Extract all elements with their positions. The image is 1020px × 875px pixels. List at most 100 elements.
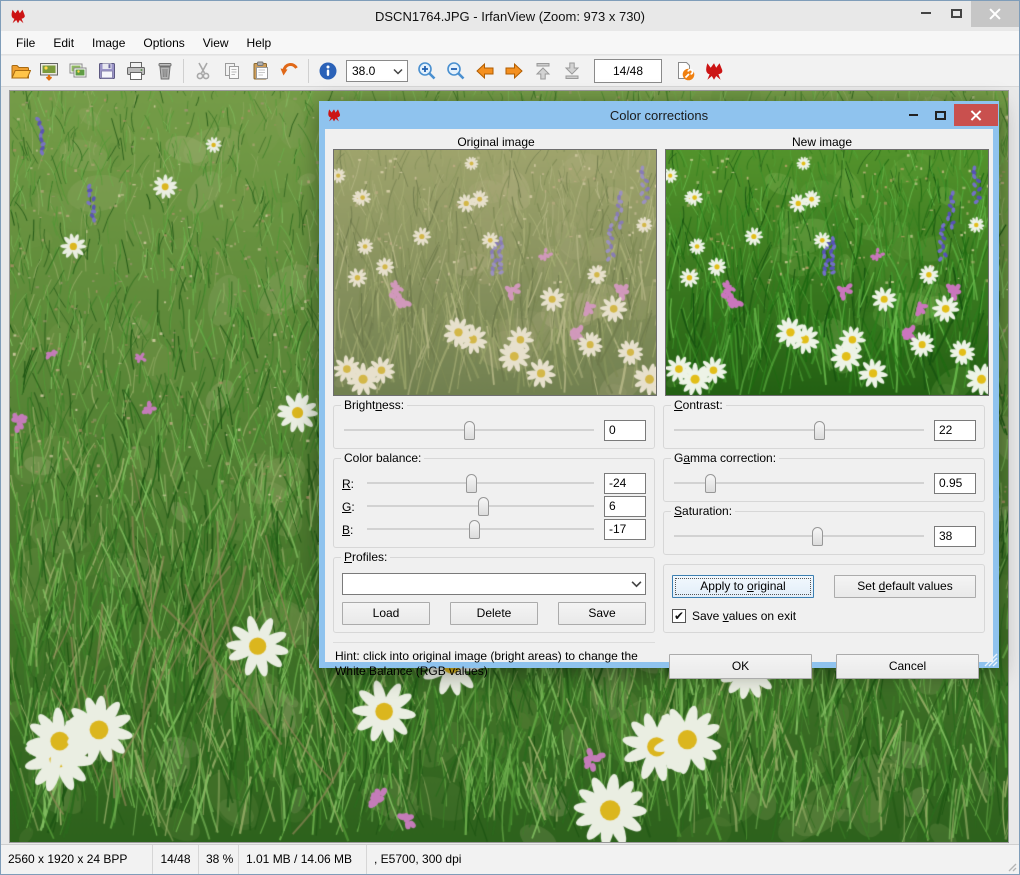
color-balance-label: Color balance: [341,451,424,465]
chevron-down-icon [627,580,645,588]
brightness-label: Brightness: [341,398,407,412]
brightness-slider[interactable] [342,421,596,440]
status-file-index: 14/48 [153,845,199,874]
copy-button[interactable] [217,57,246,85]
open-file-button[interactable] [5,57,34,85]
save-button[interactable] [92,57,121,85]
thumbnails-button[interactable] [63,57,92,85]
gamma-value[interactable]: 0.95 [934,473,976,494]
contrast-value[interactable]: 22 [934,420,976,441]
set-default-values-button[interactable]: Set default values [834,575,976,598]
saturation-value[interactable]: 38 [934,526,976,547]
save-values-label: Save values on exit [692,609,796,623]
previous-file-button[interactable] [470,57,499,85]
maximize-button[interactable] [941,1,971,25]
red-slider[interactable] [365,474,596,493]
dialog-resize-grip[interactable] [984,653,998,667]
cut-button[interactable] [188,57,217,85]
cancel-button[interactable]: Cancel [836,654,979,679]
status-camera-info: , E5700, 300 dpi [367,845,1019,874]
paste-button[interactable] [246,57,275,85]
close-icon [989,8,1001,20]
irfanview-devil-icon [703,60,725,82]
status-zoom-percent: 38 % [199,845,239,874]
slider-thumb[interactable] [814,421,825,440]
minimize-button[interactable] [911,1,941,25]
open-folder-icon [9,60,31,82]
zoom-combobox[interactable]: 38.0 [346,60,408,82]
original-image-preview[interactable] [333,149,657,396]
info-button[interactable] [313,57,342,85]
gamma-slider[interactable] [672,474,926,493]
actions-group: Apply to original Set default values ✔ S… [663,564,985,633]
original-image-label: Original image [333,135,659,149]
contrast-group: Contrast: 22 [663,405,985,449]
menu-file[interactable]: File [7,31,44,55]
menu-image[interactable]: Image [83,31,134,55]
slider-thumb[interactable] [478,497,489,516]
zoom-in-button[interactable] [412,57,441,85]
red-label: R: [342,477,357,491]
toolbar-separator [308,59,309,83]
zoom-out-button[interactable] [441,57,470,85]
gamma-group: Gamma correction: 0.95 [663,458,985,502]
menu-help[interactable]: Help [238,31,281,55]
dialog-close-button[interactable] [954,104,998,126]
green-slider[interactable] [365,497,596,516]
gamma-label: Gamma correction: [671,451,779,465]
delete-button[interactable] [150,57,179,85]
status-image-dimensions: 2560 x 1920 x 24 BPP [1,845,153,874]
dialog-minimize-button[interactable] [900,105,927,125]
slider-thumb[interactable] [812,527,823,546]
plugins-button[interactable] [699,57,728,85]
color-corrections-dialog: Color corrections Original image New ima… [319,101,999,668]
blue-value[interactable]: -17 [604,519,646,540]
ok-button[interactable]: OK [669,654,812,679]
status-file-size: 1.01 MB / 14.06 MB [239,845,367,874]
undo-button[interactable] [275,57,304,85]
close-button[interactable] [971,1,1019,27]
menu-edit[interactable]: Edit [44,31,83,55]
saturation-group: Saturation: 38 [663,511,985,555]
close-icon [970,109,982,121]
last-file-button[interactable] [557,57,586,85]
properties-button[interactable] [670,57,699,85]
brightness-value[interactable]: 0 [604,420,646,441]
maximize-icon [951,9,962,18]
green-value[interactable]: 6 [604,496,646,517]
slider-thumb[interactable] [469,520,480,539]
dialog-titlebar[interactable]: Color corrections [319,101,999,129]
page-indicator[interactable]: 14/48 [594,59,662,83]
slideshow-button[interactable] [34,57,63,85]
zoom-out-icon [445,60,467,82]
first-file-button[interactable] [528,57,557,85]
apply-to-original-button[interactable]: Apply to original [672,575,814,598]
properties-wrench-icon [674,60,696,82]
statusbar-resize-grip[interactable] [1005,860,1017,872]
arrow-left-icon [474,60,496,82]
contrast-slider[interactable] [672,421,926,440]
menu-options[interactable]: Options [134,31,193,55]
blue-label: B: [342,523,357,537]
undo-arrow-icon [279,60,301,82]
dialog-maximize-button[interactable] [927,105,954,125]
saturation-slider[interactable] [672,527,926,546]
red-value[interactable]: -24 [604,473,646,494]
slider-thumb[interactable] [705,474,716,493]
thumbnails-icon [67,60,89,82]
print-button[interactable] [121,57,150,85]
menu-view[interactable]: View [194,31,238,55]
minimize-icon [909,114,918,116]
save-values-checkbox[interactable]: ✔ [672,609,686,623]
hint-text: Hint: click into original image (bright … [333,642,655,679]
slider-thumb[interactable] [466,474,477,493]
save-floppy-icon [96,60,118,82]
next-file-button[interactable] [499,57,528,85]
save-profile-button[interactable]: Save [558,602,646,625]
brightness-group: Brightness: 0 [333,405,655,449]
load-button[interactable]: Load [342,602,430,625]
delete-button[interactable]: Delete [450,602,538,625]
profiles-combobox[interactable] [342,573,646,595]
slider-thumb[interactable] [464,421,475,440]
blue-slider[interactable] [365,520,596,539]
